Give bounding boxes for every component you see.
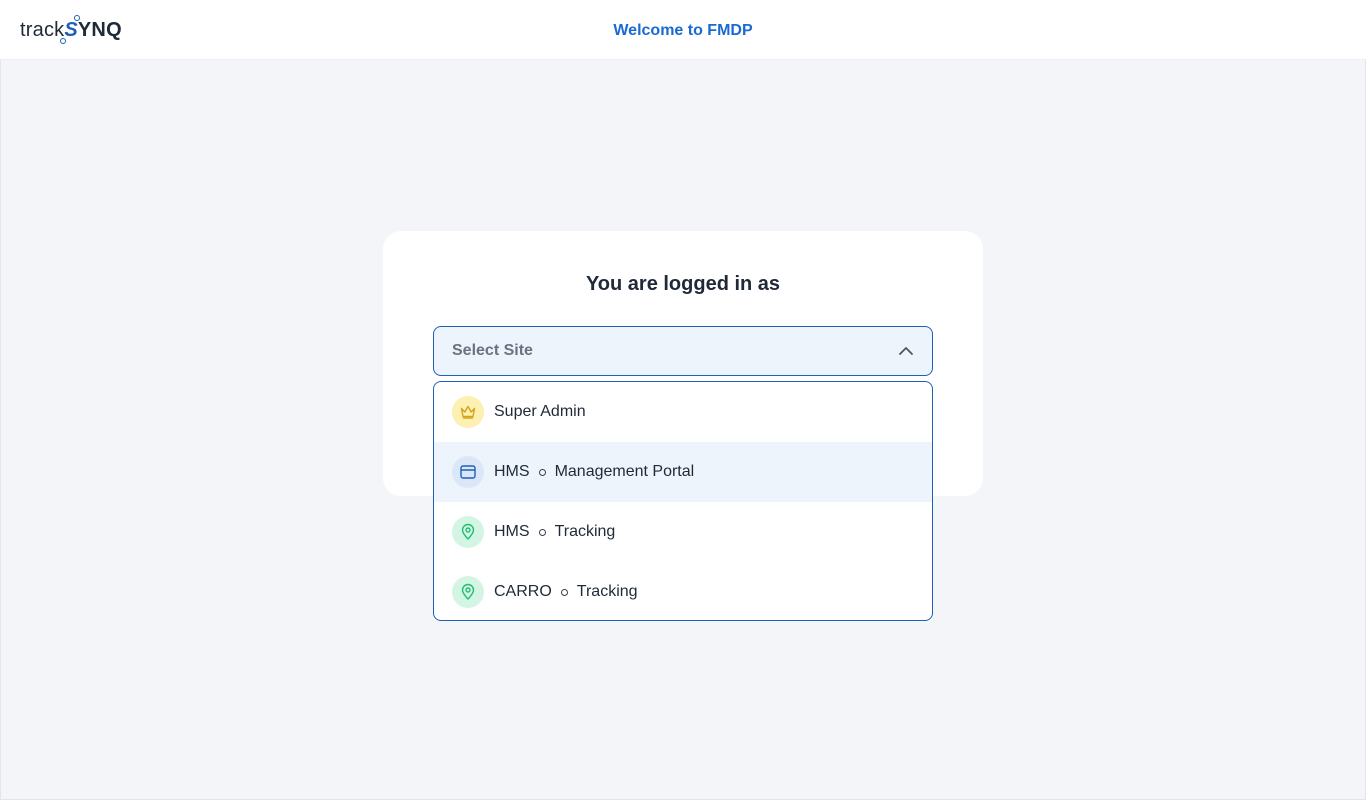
option-label: Super Admin <box>494 403 586 421</box>
page-title: Welcome to FMDP <box>613 22 753 39</box>
option-label-primary: CARRO <box>494 583 552 600</box>
browser-window-icon <box>452 456 484 488</box>
option-label-secondary: Management Portal <box>554 463 695 480</box>
map-pin-icon <box>452 516 484 548</box>
separator-dot-icon <box>538 528 546 536</box>
option-label-primary: HMS <box>494 463 530 480</box>
chevron-up-icon[interactable] <box>898 343 914 359</box>
top-header: track S YNQ Welcome to FMDP <box>0 0 1366 60</box>
site-dropdown-list: Super Admin HMS Management Portal HMS Tr… <box>433 381 933 621</box>
map-pin-icon <box>452 576 484 608</box>
crown-icon <box>452 396 484 428</box>
option-hms-management-portal[interactable]: HMS Management Portal <box>434 442 932 502</box>
site-select-placeholder: Select Site <box>452 342 533 359</box>
separator-dot-icon <box>560 588 568 596</box>
logo-node-icon <box>73 14 80 21</box>
option-label-secondary: Tracking <box>554 523 616 540</box>
option-hms-tracking[interactable]: HMS Tracking <box>434 502 932 562</box>
site-select[interactable]: Select Site <box>433 326 933 376</box>
option-carro-tracking[interactable]: CARRO Tracking <box>434 562 932 620</box>
option-label-primary: Super Admin <box>494 403 586 420</box>
option-label-primary: HMS <box>494 523 530 540</box>
option-label: CARRO Tracking <box>494 583 638 601</box>
option-label: HMS Tracking <box>494 523 615 541</box>
option-label: HMS Management Portal <box>494 463 694 481</box>
option-super-admin[interactable]: Super Admin <box>434 382 932 442</box>
separator-dot-icon <box>538 468 546 476</box>
option-label-secondary: Tracking <box>576 583 638 600</box>
card-title: You are logged in as <box>585 273 781 295</box>
